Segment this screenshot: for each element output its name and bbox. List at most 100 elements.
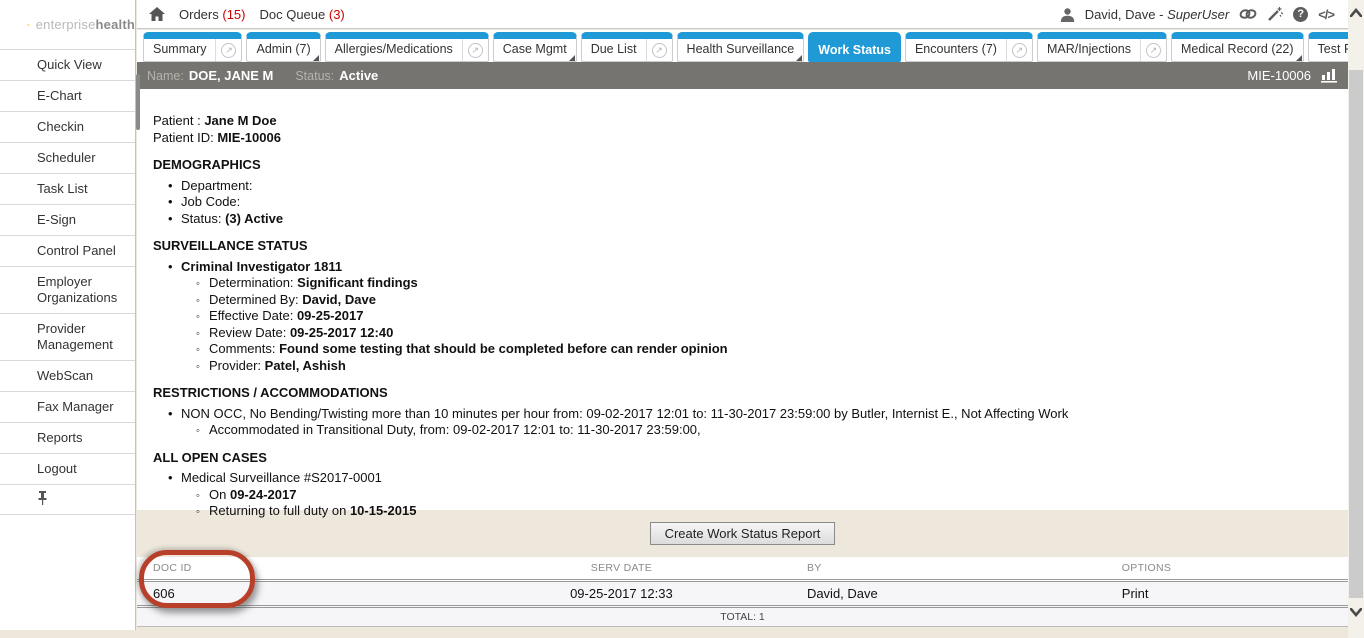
user-role: SuperUser xyxy=(1167,7,1229,22)
table-header-row: DOC ID SERV DATE BY OPTIONS xyxy=(137,557,1348,581)
col-serv-date: SERV DATE xyxy=(452,557,791,581)
work-status-content: Patient : Jane M Doe Patient ID: MIE-100… xyxy=(137,89,1348,510)
wand-icon[interactable] xyxy=(1267,6,1283,22)
brand-name: enterprisehealth xyxy=(36,17,135,32)
sidebar-item-fax-manager[interactable]: Fax Manager xyxy=(0,392,135,423)
open-case-on-date: On 09-24-2017 xyxy=(153,487,1332,504)
open-cases-heading: ALL OPEN CASES xyxy=(153,450,1332,467)
report-button-band: Create Work Status Report xyxy=(137,510,1348,557)
tab-case-mgmt[interactable]: Case Mgmt xyxy=(493,32,577,62)
tab-summary-popout[interactable]: ↗ xyxy=(215,39,241,61)
tab-case-mgmt-label: Case Mgmt xyxy=(494,39,576,61)
tab-health-surveillance[interactable]: Health Surveillance xyxy=(677,32,805,62)
table-total: TOTAL: 1 xyxy=(137,608,1348,627)
table-row[interactable]: 606 09-25-2017 12:33 David, Dave Print xyxy=(137,581,1348,607)
sidebar-item-quick-view[interactable]: Quick View xyxy=(0,50,135,81)
restriction-line: NON OCC, No Bending/Twisting more than 1… xyxy=(153,406,1332,423)
doc-queue-link[interactable]: Doc Queue (3) xyxy=(259,7,344,22)
col-doc-id: DOC ID xyxy=(137,557,452,581)
cell-by: David, Dave xyxy=(791,581,1106,607)
surveillance-heading: SURVEILLANCE STATUS xyxy=(153,238,1332,255)
tab-admin[interactable]: Admin (7) xyxy=(246,32,320,62)
tab-due-list[interactable]: Due List ↗ xyxy=(581,32,673,62)
tab-summary-label: Summary xyxy=(144,39,215,61)
scroll-up-button[interactable] xyxy=(1348,2,1364,22)
sidebar-item-logout[interactable]: Logout xyxy=(0,454,135,485)
open-case-title: Medical Surveillance #S2017-0001 xyxy=(153,470,1332,487)
surveillance-comments: Comments: Found some testing that should… xyxy=(153,341,1332,358)
work-status-doc-table: DOC ID SERV DATE BY OPTIONS 606 09-25-20… xyxy=(137,557,1348,627)
brand-logo: enterprisehealth xyxy=(0,0,135,50)
sidebar-item-webscan[interactable]: WebScan xyxy=(0,361,135,392)
tab-allergies-label: Allergies/Medications xyxy=(326,39,462,61)
tab-mar-injections-label: MAR/Injections xyxy=(1038,39,1140,61)
tab-encounters[interactable]: Encounters (7) ↗ xyxy=(905,32,1033,62)
sidebar-item-provider-management[interactable]: Provider Management xyxy=(0,314,135,361)
sidebar-item-e-sign[interactable]: E-Sign xyxy=(0,205,135,236)
tab-allergies-popout[interactable]: ↗ xyxy=(462,39,488,61)
tab-mar-injections-popout[interactable]: ↗ xyxy=(1140,39,1166,61)
restrictions-heading: RESTRICTIONS / ACCOMMODATIONS xyxy=(153,385,1332,402)
page-scrollbar[interactable] xyxy=(1348,0,1364,638)
tab-summary[interactable]: Summary ↗ xyxy=(143,32,242,62)
help-icon[interactable]: ? xyxy=(1293,7,1308,22)
popout-arrow-icon: ↗ xyxy=(1146,43,1161,58)
sidebar-item-scheduler[interactable]: Scheduler xyxy=(0,143,135,174)
tab-menu-indicator-icon xyxy=(569,55,575,61)
patient-status-value: Active xyxy=(339,68,378,83)
sidebar-item-checkin[interactable]: Checkin xyxy=(0,112,135,143)
tab-encounters-popout[interactable]: ↗ xyxy=(1006,39,1032,61)
chevron-up-icon xyxy=(1350,8,1362,17)
tab-allergies-medications[interactable]: Allergies/Medications ↗ xyxy=(325,32,489,62)
col-by: BY xyxy=(791,557,1106,581)
tab-menu-indicator-icon xyxy=(796,55,802,61)
tab-medical-record[interactable]: Medical Record (22) xyxy=(1171,32,1304,62)
chart-tab-bar: Summary ↗ Admin (7) Allergies/Medication… xyxy=(137,30,1348,62)
sidebar-item-employer-organizations[interactable]: Employer Organizations xyxy=(0,267,135,314)
cell-doc-id: 606 xyxy=(137,581,452,607)
sidebar-item-e-chart[interactable]: E-Chart xyxy=(0,81,135,112)
patient-id-text: MIE-10006 xyxy=(217,130,281,145)
demographics-heading: DEMOGRAPHICS xyxy=(153,157,1332,174)
patient-banner: Name: DOE, JANE M Status: Active MIE-100… xyxy=(137,62,1348,89)
home-icon[interactable] xyxy=(149,7,165,21)
cell-serv-date: 09-25-2017 12:33 xyxy=(452,581,791,607)
popout-arrow-icon: ↗ xyxy=(468,43,483,58)
user-name: David, Dave - xyxy=(1085,7,1164,22)
tab-health-surveillance-label: Health Surveillance xyxy=(678,39,804,61)
tab-admin-label: Admin (7) xyxy=(247,39,319,61)
tab-due-list-popout[interactable]: ↗ xyxy=(646,39,672,61)
demographics-job-code: Job Code: xyxy=(153,194,1332,211)
tab-work-status-label: Work Status xyxy=(809,39,900,61)
patient-name-text: Jane M Doe xyxy=(204,113,276,128)
create-work-status-report-button[interactable]: Create Work Status Report xyxy=(650,522,836,545)
cell-options-print-link[interactable]: Print xyxy=(1106,581,1348,607)
popout-arrow-icon: ↗ xyxy=(1012,43,1027,58)
pushpin-icon[interactable] xyxy=(37,491,48,505)
sunburst-logo-icon xyxy=(27,12,30,38)
sidebar-item-control-panel[interactable]: Control Panel xyxy=(0,236,135,267)
popout-arrow-icon: ↗ xyxy=(221,43,236,58)
accommodation-line: Accommodated in Transitional Duty, from:… xyxy=(153,422,1332,439)
scroll-down-button[interactable] xyxy=(1348,602,1364,622)
tab-work-status[interactable]: Work Status xyxy=(808,32,901,62)
surveillance-review-date: Review Date: 09-25-2017 12:40 xyxy=(153,325,1332,342)
user-menu[interactable]: David, Dave - SuperUser xyxy=(1085,7,1230,22)
chevron-down-icon xyxy=(1350,608,1362,617)
patient-name-label: Name: xyxy=(147,69,184,83)
sidebar-scrollbar-thumb[interactable] xyxy=(136,74,140,130)
bar-chart-icon[interactable] xyxy=(1321,68,1338,83)
brand-name-light: enterprise xyxy=(36,17,96,32)
top-bar-right: David, Dave - SuperUser ? </> xyxy=(1060,6,1348,22)
scrollbar-thumb[interactable] xyxy=(1349,70,1363,598)
sidebar-item-task-list[interactable]: Task List xyxy=(0,174,135,205)
patient-name-value: DOE, JANE M xyxy=(189,68,274,83)
tab-mar-injections[interactable]: MAR/Injections ↗ xyxy=(1037,32,1167,62)
orders-link[interactable]: Orders (15) xyxy=(179,7,245,22)
link-icon[interactable] xyxy=(1239,7,1257,21)
tab-menu-indicator-icon xyxy=(1296,55,1302,61)
sidebar: enterprisehealth Quick View E-Chart Chec… xyxy=(0,0,136,630)
code-icon[interactable]: </> xyxy=(1318,7,1334,22)
sidebar-item-reports[interactable]: Reports xyxy=(0,423,135,454)
demographics-status: Status: (3) Active xyxy=(153,211,1332,228)
